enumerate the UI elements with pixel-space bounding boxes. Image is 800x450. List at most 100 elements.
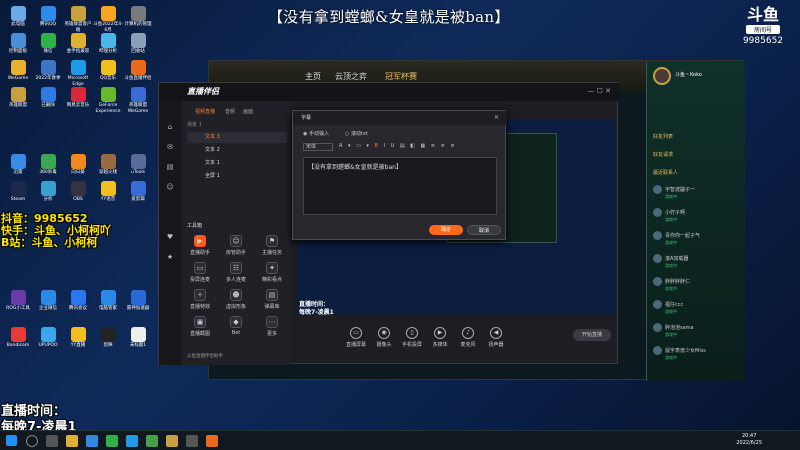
layer-item[interactable]: 文本 1 xyxy=(187,158,287,169)
companion-icon[interactable] xyxy=(206,435,218,447)
tool-item[interactable]: ☷ 多人连麦 xyxy=(223,262,249,283)
friend-row[interactable]: 鼠宇表兽少女Miss 游戏中 xyxy=(653,346,706,361)
close-icon[interactable]: ✕ xyxy=(494,114,499,121)
subtitle-dialog[interactable]: 字幕 ✕ ◉ 手动输入 ○ 滚动txt 宋体 A ▾ ▭ ▾ B I U ▤ ◧… xyxy=(292,110,507,240)
tool-item[interactable]: ✦ 精彩看点 xyxy=(259,262,285,283)
desktop-icon[interactable]: 计算机的管理 xyxy=(123,6,153,28)
desktop-icon[interactable]: 未标题1 xyxy=(123,327,153,349)
desktop-icon[interactable]: UPUPOO xyxy=(33,327,63,349)
desktop-icon[interactable]: 斗鱼直播伴侣 xyxy=(123,60,153,82)
start-icon[interactable] xyxy=(6,435,17,446)
layer-item[interactable]: 全屏 1 xyxy=(187,171,287,182)
desktop-icon[interactable]: 腾讯会议 xyxy=(63,290,93,312)
mode-txt[interactable]: ○ 滚动txt xyxy=(345,130,368,137)
chrome-icon[interactable] xyxy=(146,435,158,447)
avatar[interactable] xyxy=(653,67,671,85)
desktop-icon[interactable]: 此电脑 xyxy=(3,6,33,28)
desktop-icon[interactable]: 2022年春季 xyxy=(33,60,63,82)
chart-icon[interactable]: ▤ xyxy=(163,163,177,173)
tool-item[interactable]: ▭ 投屏连麦 xyxy=(187,262,213,283)
friend-row[interactable]: 小柠子啊 游戏中 xyxy=(653,208,685,223)
format-toolbar[interactable]: A ▾ ▭ ▾ B I U ▤ ◧ ▦ ≡ ≡ ≡ xyxy=(339,143,457,149)
desktop-icon[interactable]: ROG小工具 xyxy=(3,290,33,312)
app-icon[interactable] xyxy=(186,435,198,447)
clock[interactable]: 20:47 2022/6/25 xyxy=(736,433,762,447)
desktop-icon[interactable]: uTools xyxy=(123,154,153,176)
bottom-tool[interactable]: ▯ 手机投屏 xyxy=(399,327,425,348)
game-tab-cup[interactable]: 冠军杯赛 xyxy=(385,71,417,82)
desktop-icon[interactable]: 剪映 xyxy=(93,327,123,349)
desktop-icon[interactable]: OBS xyxy=(63,181,93,203)
tab-audio[interactable]: 音频 xyxy=(225,108,235,115)
desktop-icon[interactable]: 爱剪辑 xyxy=(123,181,153,203)
tool-item[interactable]: ⚑ 主播任务 xyxy=(259,235,285,256)
desktop-icon[interactable]: WeGame xyxy=(3,60,33,82)
desktop-icon[interactable]: 斗鱼2022年4-6月 xyxy=(93,6,123,33)
desktop-icon[interactable]: 英雄联盟客户端 xyxy=(63,6,93,33)
section-requests[interactable]: 好友请求 xyxy=(653,151,673,158)
tool-item[interactable]: ⋯ 更多 xyxy=(259,316,285,337)
desktop-icon[interactable]: 企业微信 xyxy=(33,290,63,312)
desktop-icon[interactable]: YY直播 xyxy=(63,327,93,349)
desktop-icon[interactable]: Microsoft Edge xyxy=(63,60,93,87)
tool-item[interactable]: ☺ 房管助手 xyxy=(223,235,249,256)
friend-row[interactable]: 滚A加载器 游戏中 xyxy=(653,254,688,269)
font-select[interactable]: 宋体 xyxy=(303,143,333,151)
wechat-icon[interactable] xyxy=(106,435,118,447)
tool-item[interactable]: ▤ 弹幕库 xyxy=(259,289,285,310)
desktop-icon[interactable]: 已删除 xyxy=(33,87,63,109)
gift-icon[interactable]: ✉ xyxy=(163,143,177,153)
desktop-icon[interactable]: 电脑管家 xyxy=(93,290,123,312)
tool-item[interactable]: ☻ 虚拟形象 xyxy=(223,289,249,310)
subtitle-textarea[interactable]: 【没有拿到螳螂&女皇就是被ban】 xyxy=(303,157,497,215)
desktop-icon[interactable]: 金手指兼容 xyxy=(63,33,93,55)
desktop-icon[interactable]: YY语音 xyxy=(93,181,123,203)
section-friends[interactable]: 好友列表 xyxy=(653,133,673,140)
desktop-icon[interactable]: 英雄联盟 xyxy=(3,87,33,109)
confirm-button[interactable]: 确定 xyxy=(429,225,463,235)
friend-row[interactable]: 青你你一起子气 游戏中 xyxy=(653,231,700,246)
desktop-icon[interactable]: 雷神加速器 xyxy=(123,290,153,312)
desktop-icon[interactable]: Bandicam xyxy=(3,327,33,349)
desktop-icon[interactable]: 穿越火线 xyxy=(93,154,123,176)
scene-label[interactable]: 场景 1 xyxy=(187,121,202,128)
search-icon[interactable] xyxy=(26,435,38,447)
bottom-tool[interactable]: ▶ 多媒体 xyxy=(427,327,453,348)
desktop-icon[interactable]: 网易云音乐 xyxy=(63,87,93,109)
desktop-icon[interactable]: 360杀毒 xyxy=(33,154,63,176)
tool-item[interactable]: ✧ 直播特效 xyxy=(187,289,213,310)
bottom-tool[interactable]: ♪ 麦克风 xyxy=(455,327,481,348)
section-recent[interactable]: 最近联系人 xyxy=(653,169,678,176)
desktop-icon[interactable]: Steam xyxy=(3,181,33,203)
cancel-button[interactable]: 取消 xyxy=(467,225,501,235)
friend-row[interactable]: 宇智波鼬子一 游戏中 xyxy=(653,185,695,200)
explorer-icon[interactable] xyxy=(66,435,78,447)
star-icon[interactable]: ★ xyxy=(163,253,177,263)
friend-row[interactable]: 胖胖胖胖仁 游戏中 xyxy=(653,277,690,292)
window-controls[interactable]: — ☐ ✕ xyxy=(587,87,611,95)
desktop-icon[interactable]: QQ音乐 xyxy=(93,60,123,82)
desktop-icon[interactable]: 哔哩分析 xyxy=(93,33,123,55)
desktop-icon[interactable]: 回收站 xyxy=(123,33,153,55)
game-tab-tft[interactable]: 云顶之弈 xyxy=(335,71,367,82)
taskview-icon[interactable] xyxy=(46,435,58,447)
desktop-icon[interactable]: 迅雷 xyxy=(3,154,33,176)
tab-screen[interactable]: 画面 xyxy=(243,108,253,115)
tool-item[interactable]: ▣ 直播截图 xyxy=(187,316,213,337)
tab-video[interactable]: 视频直播 xyxy=(195,108,215,115)
lol-icon[interactable] xyxy=(166,435,178,447)
desktop-icon[interactable]: 分析 xyxy=(33,181,63,203)
bottom-tool[interactable]: ◉ 摄像头 xyxy=(371,327,397,348)
heart-icon[interactable]: ♥ xyxy=(163,233,177,243)
start-live-button[interactable]: 开始直播 xyxy=(573,329,611,341)
desktop-icon[interactable]: GeForce Experience xyxy=(93,87,123,114)
home-icon[interactable]: ⌂ xyxy=(163,123,177,133)
bottom-tool[interactable]: ▭ 直播屏幕 xyxy=(343,327,369,348)
desktop-icon[interactable]: 腾讯QQ xyxy=(33,6,63,28)
desktop-icon[interactable]: 微信 xyxy=(33,33,63,55)
layer-item[interactable]: 文本 3 xyxy=(187,132,287,143)
friend-row[interactable]: 胖泡泡sama 游戏中 xyxy=(653,323,694,338)
bottom-tool[interactable]: ◀ 扬声器 xyxy=(483,327,509,348)
mode-manual[interactable]: ◉ 手动输入 xyxy=(303,130,329,137)
edge-icon[interactable] xyxy=(126,435,138,447)
